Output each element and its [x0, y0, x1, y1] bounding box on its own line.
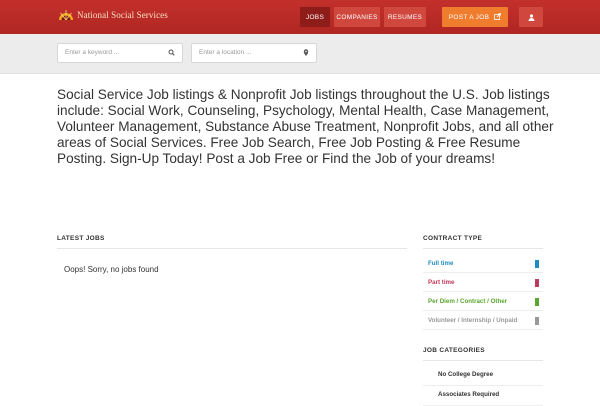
- keyword-placeholder: Enter a keyword ...: [65, 49, 120, 56]
- post-job-button[interactable]: Post a Job: [442, 7, 508, 27]
- nav-resumes[interactable]: Resumes: [384, 7, 426, 27]
- keyword-search-input[interactable]: Enter a keyword ...: [57, 43, 183, 63]
- map-marker-icon[interactable]: [303, 44, 309, 70]
- divider: [423, 360, 543, 361]
- contract-type-label: Part time: [428, 279, 455, 286]
- contract-type-part-time[interactable]: Part time: [423, 274, 543, 292]
- latest-jobs-heading: Latest Jobs: [57, 235, 105, 242]
- nav-companies[interactable]: Companies: [334, 7, 380, 27]
- location-search-input[interactable]: Enter a location ...: [191, 43, 317, 63]
- divider: [423, 248, 543, 249]
- contract-type-label: Volunteer / Internship / Unpaid: [428, 317, 518, 324]
- bookmark-icon: [535, 279, 539, 287]
- site-intro-text: Social Service Job listings & Nonprofit …: [57, 87, 554, 166]
- contract-type-label: Full time: [428, 260, 454, 267]
- contract-type-full-time[interactable]: Full time: [423, 255, 543, 273]
- no-jobs-message: Oops! Sorry, no jobs found: [64, 265, 159, 274]
- bookmark-icon: [535, 298, 539, 306]
- divider: [57, 248, 407, 249]
- site-name: National Social Services: [77, 10, 168, 20]
- bookmark-icon: [535, 260, 539, 268]
- category-item[interactable]: Associates Required: [423, 384, 543, 406]
- post-job-label: Post a Job: [448, 13, 490, 21]
- search-icon[interactable]: [168, 44, 175, 70]
- user-icon: [528, 8, 535, 26]
- site-logo[interactable]: National Social Services: [58, 9, 168, 21]
- contract-type-heading: Contract Type: [423, 235, 483, 242]
- top-bar: National Social Services Jobs Companies …: [0, 0, 600, 34]
- nav-jobs[interactable]: Jobs: [300, 7, 330, 27]
- bookmark-icon: [535, 317, 539, 325]
- external-link-icon: [494, 12, 502, 22]
- job-categories-heading: Job Categories: [423, 347, 485, 354]
- contract-type-label: Per Diem / Contract / Other: [428, 298, 508, 305]
- sunburst-logo-icon: [58, 9, 74, 21]
- contract-type-per-diem[interactable]: Per Diem / Contract / Other: [423, 293, 543, 311]
- account-button[interactable]: [519, 7, 543, 27]
- category-item[interactable]: No College Degree: [423, 364, 543, 386]
- contract-type-volunteer[interactable]: Volunteer / Internship / Unpaid: [423, 312, 543, 330]
- location-placeholder: Enter a location ...: [199, 49, 252, 56]
- search-bar: Enter a keyword ... Enter a location ...: [0, 34, 600, 74]
